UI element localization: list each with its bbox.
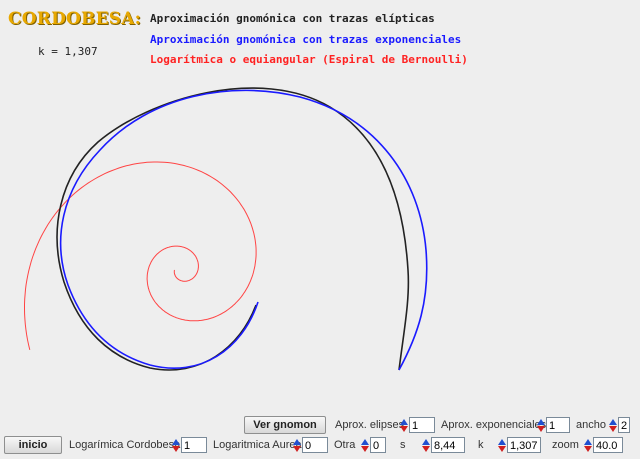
elliptic-approximation-curve — [56, 87, 410, 371]
s-field[interactable]: 8,44 — [431, 437, 465, 453]
ancho-label: ancho — [576, 419, 606, 431]
s-label: s — [400, 439, 406, 451]
otra-field[interactable]: 0 — [370, 437, 386, 453]
spinner-arrows-icon[interactable] — [292, 437, 301, 453]
log-aurea-label: Logaritmica Aurea — [213, 439, 302, 451]
otra-label: Otra — [334, 439, 356, 451]
aprox-exponenciales-spinner[interactable]: 1 — [536, 416, 570, 434]
zoom-label: zoom — [552, 439, 579, 451]
spiral-plot — [24, 87, 428, 371]
spinner-arrows-icon[interactable] — [583, 437, 592, 453]
ver-gnomon-button[interactable]: Ver gnomon — [244, 416, 326, 434]
log-aurea-field[interactable]: 0 — [302, 437, 328, 453]
spinner-arrows-icon[interactable] — [421, 437, 430, 453]
drawing-canvas: CORDOBESA: k = 1,307 Aproximación gnomón… — [0, 0, 640, 412]
spinner-arrows-icon[interactable] — [608, 417, 617, 433]
k-field[interactable]: 1,307 — [507, 437, 541, 453]
log-cordobesa-label: Logarímica Cordobesa — [69, 439, 181, 451]
spinner-arrows-icon[interactable] — [497, 437, 506, 453]
controls-row-bottom: inicio Logarímica Cordobesa 1 Logaritmic… — [0, 434, 640, 456]
aprox-elipses-label: Aprox. elipses — [335, 419, 405, 431]
spinner-arrows-icon[interactable] — [360, 437, 369, 453]
s-spinner[interactable]: 8,44 — [421, 436, 465, 454]
zoom-spinner[interactable]: 40.0 — [583, 436, 623, 454]
log-cordobesa-field[interactable]: 1 — [181, 437, 207, 453]
aprox-exponenciales-field[interactable]: 1 — [546, 417, 570, 433]
inicio-button[interactable]: inicio — [4, 436, 62, 454]
spinner-arrows-icon[interactable] — [536, 417, 545, 433]
log-cordobesa-spinner[interactable]: 1 — [171, 436, 207, 454]
aprox-elipses-spinner[interactable]: 1 — [399, 416, 435, 434]
ancho-field[interactable]: 2 — [618, 417, 630, 433]
controls-row-top: Ver gnomon Aprox. elipses 1 Aprox. expon… — [0, 414, 640, 436]
spinner-arrows-icon[interactable] — [399, 417, 408, 433]
aprox-elipses-field[interactable]: 1 — [409, 417, 435, 433]
spinner-arrows-icon[interactable] — [171, 437, 180, 453]
aprox-exponenciales-label: Aprox. exponenciales — [441, 419, 547, 431]
logarithmic-spiral-curve — [24, 161, 257, 351]
k-label: k — [478, 439, 484, 451]
log-aurea-spinner[interactable]: 0 — [292, 436, 328, 454]
zoom-field[interactable]: 40.0 — [593, 437, 623, 453]
ancho-spinner[interactable]: 2 — [608, 416, 630, 434]
k-spinner[interactable]: 1,307 — [497, 436, 541, 454]
otra-spinner[interactable]: 0 — [360, 436, 386, 454]
